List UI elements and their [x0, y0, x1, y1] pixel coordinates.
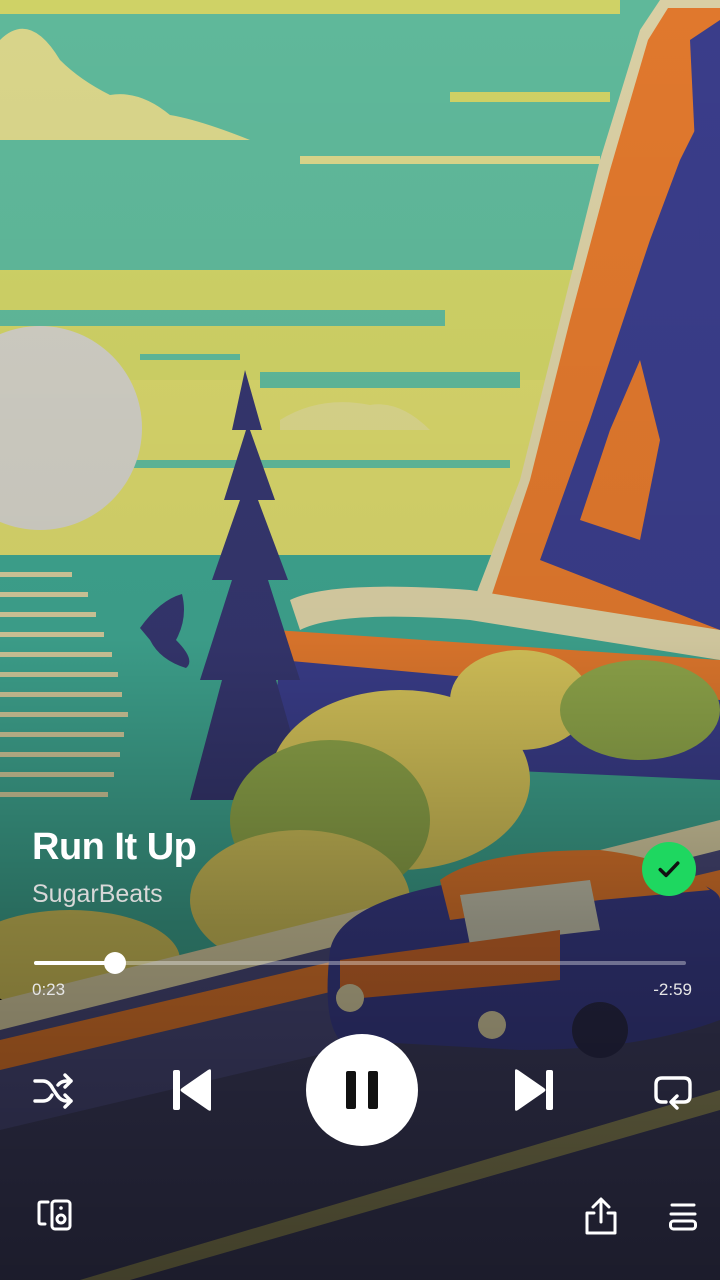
next-button[interactable]	[506, 1060, 562, 1120]
share-icon	[585, 1197, 617, 1235]
queue-button[interactable]	[662, 1194, 704, 1238]
repeat-icon	[654, 1076, 692, 1110]
pause-button[interactable]	[306, 1034, 418, 1146]
connect-device-button[interactable]	[34, 1194, 76, 1236]
skip-previous-icon	[173, 1069, 211, 1111]
skip-next-icon	[515, 1069, 553, 1111]
remaining-time: -2:59	[653, 980, 692, 999]
share-button[interactable]	[580, 1194, 622, 1238]
progress-fill	[34, 961, 115, 965]
shuffle-button[interactable]	[28, 1066, 78, 1116]
progress-bar[interactable]	[34, 952, 686, 974]
previous-button[interactable]	[164, 1060, 220, 1120]
artist-name[interactable]: SugarBeats	[32, 880, 163, 909]
track-title: Run It Up	[32, 826, 197, 868]
pause-icon	[346, 1071, 378, 1109]
progress-thumb[interactable]	[103, 952, 126, 974]
check-circle-icon	[658, 861, 680, 878]
shuffle-icon	[33, 1073, 73, 1109]
liked-button[interactable]	[642, 842, 696, 896]
connect-device-icon	[37, 1199, 72, 1231]
elapsed-time: 0:23	[32, 980, 66, 999]
queue-icon	[669, 1203, 697, 1231]
repeat-button[interactable]	[646, 1066, 700, 1116]
now-playing-screen: Run It Up SugarBeats 0:23 -2:59	[0, 0, 720, 1280]
